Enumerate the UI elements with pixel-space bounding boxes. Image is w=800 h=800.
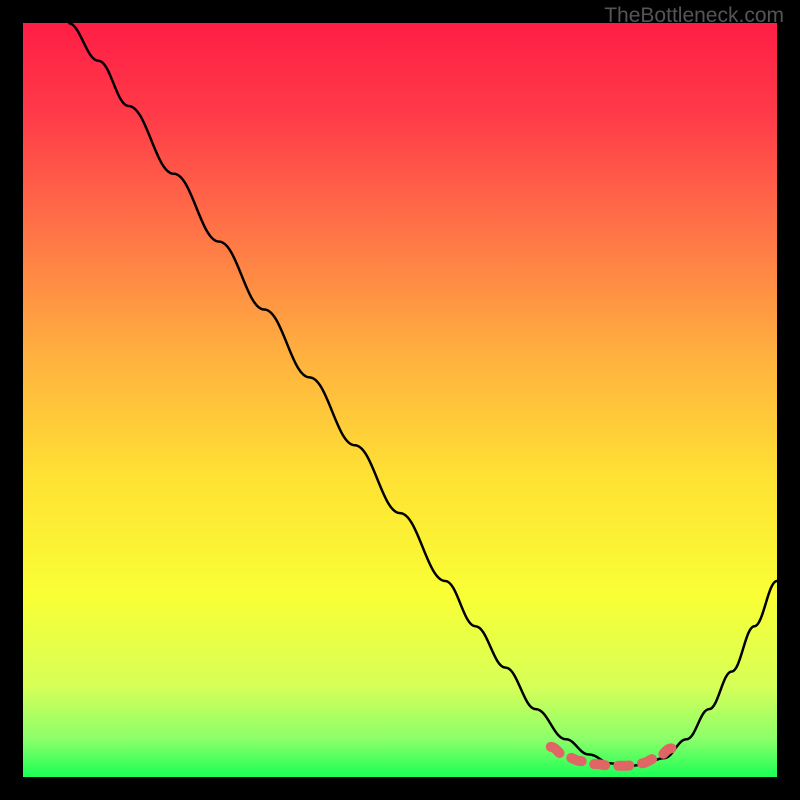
- chart-area: [23, 23, 777, 777]
- gradient-background: [23, 23, 777, 777]
- watermark-text: TheBottleneck.com: [604, 4, 784, 28]
- chart-svg: [23, 23, 777, 777]
